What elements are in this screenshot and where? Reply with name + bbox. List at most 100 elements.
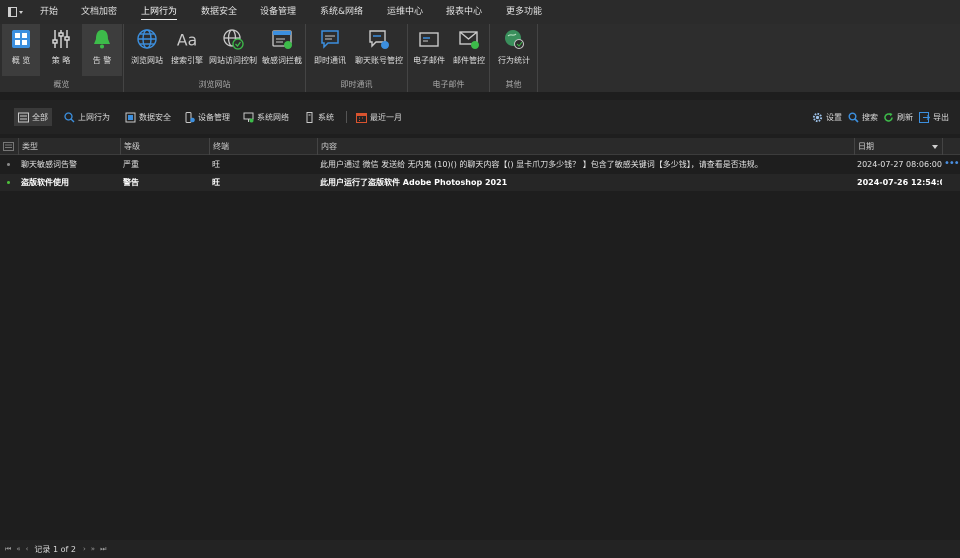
prev-record-icon[interactable]: ‹ [26,545,29,553]
instant-messaging-button[interactable]: 即时通讯 [310,24,350,76]
email-label: 电子邮件 [413,56,445,65]
menu-item-doc-encrypt[interactable]: 文档加密 [81,0,117,24]
filter-data-security[interactable]: 数据安全 [121,108,175,126]
chat-account-control-label: 聊天账号管控 [355,56,403,65]
filter-device-manage-label: 设备管理 [198,112,230,122]
cell-level: 严重 [123,160,139,169]
svg-text:Aa: Aa [177,31,197,49]
table-row[interactable]: 聊天敏感词告警 严重 旺 此用户通过 微信 发送给 无内鬼 (10)() 的聊天… [0,156,960,173]
alert-grid: 类型 等级 终端 内容 日期 聊天敏感词告警 严重 旺 此用户通过 微信 发送给… [0,138,960,538]
status-dot-icon [7,163,10,166]
app-menu-button[interactable] [0,0,30,24]
policy-button[interactable]: 策 略 [42,24,80,76]
gear-icon [812,112,823,123]
more-options-icon[interactable]: ••• [944,156,960,173]
export-icon [919,111,930,123]
email-button[interactable]: 电子邮件 [410,24,448,76]
search-label: 搜索 [862,112,878,122]
menu-item-data-security[interactable]: 数据安全 [201,0,237,24]
chat-account-control-button[interactable]: 聊天账号管控 [352,24,406,76]
ribbon-group-caption: 概览 [53,80,70,89]
search-button[interactable]: 搜索 [844,108,882,126]
menu-item-system-network[interactable]: 系统&网络 [320,0,363,24]
site-access-control-icon [222,28,244,50]
first-record-icon[interactable]: ⏮ [5,545,11,554]
col-content-header[interactable]: 内容 [317,138,854,155]
keyword-block-button[interactable]: 敏感词拦截 [260,24,304,76]
period-label: 最近一月 [370,112,402,122]
filter-web-behavior[interactable]: 上网行为 [60,108,114,126]
menu-item-device-manage[interactable]: 设备管理 [260,0,296,24]
next-page-icon[interactable]: » [91,545,95,553]
cell-type: 聊天敏感词告警 [21,160,77,169]
policy-sliders-icon [50,28,72,50]
refresh-icon [883,112,894,123]
instant-messaging-label: 即时通讯 [314,56,346,65]
overview-button[interactable]: 概 览 [2,24,40,76]
overview-label: 概 览 [11,56,31,65]
menu-bar: 开始 文档加密 上网行为 数据安全 设备管理 系统&网络 运维中心 报表中心 更… [0,0,960,24]
device-manage-icon [184,111,195,123]
prev-page-icon[interactable]: « [16,545,20,553]
sort-desc-icon [932,145,938,149]
last-record-icon[interactable]: ⏭ [100,545,106,554]
ribbon: 概 览 策 略 告 警 概览 浏览网站 Aa 搜索引擎 网站访问控制 敏感词拦截… [0,24,960,92]
alert-button[interactable]: 告 警 [82,24,122,76]
email-control-icon [458,28,480,50]
export-button[interactable]: 导出 [915,108,953,126]
cell-level: 警告 [123,178,139,187]
ribbon-group-caption: 其他 [505,80,522,89]
menu-item-more-features[interactable]: 更多功能 [506,0,542,24]
table-row[interactable]: 盗版软件使用 警告 旺 此用户运行了盗版软件 Adobe Photoshop 2… [0,174,960,191]
email-control-button[interactable]: 邮件管控 [450,24,488,76]
menu-item-web-behavior[interactable]: 上网行为 [141,0,178,24]
settings-button[interactable]: 设置 [808,108,846,126]
policy-label: 策 略 [51,56,71,65]
refresh-button[interactable]: 刷新 [879,108,917,126]
behavior-stats-icon [503,28,525,50]
next-record-icon[interactable]: › [83,545,86,553]
filter-all[interactable]: 全部 [14,108,52,126]
col-level-header[interactable]: 等级 [120,138,209,155]
cell-terminal: 旺 [212,178,220,187]
col-date-header[interactable]: 日期 [854,138,942,155]
filter-device-manage[interactable]: 设备管理 [180,108,234,126]
keyword-block-label: 敏感词拦截 [262,56,302,65]
filter-system-network[interactable]: 系统网络 [239,108,293,126]
chat-account-control-icon [368,28,390,50]
filter-system-network-label: 系统网络 [257,112,289,122]
search-engine-button[interactable]: Aa 搜索引擎 [168,24,206,76]
period-selector[interactable]: 最近一月 [352,108,406,126]
ribbon-group-caption: 即时通讯 [340,80,373,89]
menu-item-start[interactable]: 开始 [40,0,58,24]
filter-system[interactable]: 系统 [300,108,338,126]
chat-bubble-icon [319,28,341,50]
cell-content: 此用户运行了盗版软件 Adobe Photoshop 2021 [320,178,508,187]
col-terminal-header[interactable]: 终端 [209,138,317,155]
email-control-label: 邮件管控 [453,56,485,65]
filter-web-behavior-label: 上网行为 [78,112,110,122]
col-type-header[interactable]: 类型 [18,138,120,155]
browse-sites-label: 浏览网站 [131,56,163,65]
keyword-block-icon [271,28,293,50]
data-security-icon [125,112,136,123]
menu-item-ops-center[interactable]: 运维中心 [387,0,423,24]
refresh-label: 刷新 [897,112,913,122]
menu-item-report-center[interactable]: 报表中心 [446,0,482,24]
behavior-stats-button[interactable]: 行为统计 [494,24,534,76]
ribbon-group-browse: 浏览网站 Aa 搜索引擎 网站访问控制 敏感词拦截 浏览网站 [124,24,306,92]
cell-content: 此用户通过 微信 发送给 无内鬼 (10)() 的聊天内容【() 显卡爪刀多少钱… [320,160,763,169]
alert-label: 告 警 [92,56,112,65]
calendar-icon [356,112,367,123]
site-access-control-button[interactable]: 网站访问控制 [208,24,258,76]
status-bar: ⏮ « ‹ 记录 1 of 2 › » ⏭ [0,540,960,558]
browse-sites-button[interactable]: 浏览网站 [128,24,166,76]
row-indicator-header [0,138,18,155]
status-dot-icon [7,181,10,184]
all-list-icon [18,112,29,123]
cell-terminal: 旺 [212,160,220,169]
ribbon-group-caption: 电子邮件 [432,80,465,89]
search-engine-label: 搜索引擎 [171,56,203,65]
cell-type: 盗版软件使用 [21,178,69,187]
filter-all-label: 全部 [32,112,48,122]
